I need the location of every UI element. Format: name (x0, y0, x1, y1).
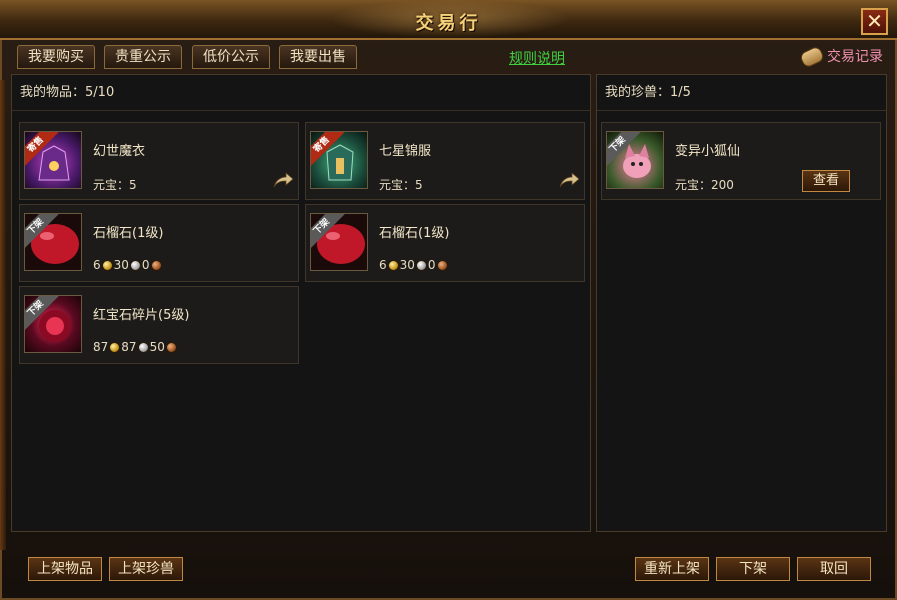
tab-sell[interactable]: 我要出售 (279, 45, 357, 69)
silver-amount: 30 (113, 258, 129, 272)
armor-icon: 寄售 (310, 131, 368, 189)
item-name: 幻世魔衣 (93, 144, 146, 159)
silver-amount: 87 (121, 340, 137, 354)
delist-button[interactable]: 下架 (716, 557, 790, 581)
share-arrow-icon[interactable] (558, 171, 580, 189)
share-arrow-icon[interactable] (272, 171, 294, 189)
silver-coin-icon (415, 259, 427, 271)
list-pet-button[interactable]: 上架珍兽 (109, 557, 183, 581)
fox-pet-icon: 下架 (606, 131, 664, 189)
garnet-icon: 下架 (310, 213, 368, 271)
trade-record-label: 交易记录 (827, 49, 883, 65)
gold-coin-icon (387, 259, 399, 271)
retrieve-button[interactable]: 取回 (797, 557, 871, 581)
copper-coin-icon (150, 259, 162, 271)
price-value: 200 (711, 177, 734, 192)
close-button[interactable]: ✕ (861, 8, 888, 35)
pet-price: 元宝： 200 (675, 176, 734, 193)
window-title: 交易行 (415, 13, 482, 34)
gold-coin-icon (101, 259, 113, 271)
price-label: 元宝： (93, 178, 130, 192)
item-price: 87 87 50 (93, 340, 178, 354)
item-card[interactable]: 寄售 七星锦服 元宝： 5 (305, 122, 585, 200)
pet-name: 变异小狐仙 (675, 144, 741, 159)
copper-amount: 50 (149, 340, 165, 354)
price-label: 元宝： (675, 178, 712, 192)
item-price: 6 30 0 (93, 258, 163, 272)
price-value: 5 (415, 177, 423, 192)
pets-panel: 我的珍兽：1/5 下架 变异小狐仙 元宝： 200 查看 (596, 74, 887, 532)
item-name: 石榴石(1级) (93, 226, 164, 241)
item-card[interactable]: 寄售 幻世魔衣 元宝： 5 (19, 122, 299, 200)
copper-coin-icon (436, 259, 448, 271)
tab-low-price-notice[interactable]: 低价公示 (192, 45, 270, 69)
price-label: 元宝： (379, 178, 416, 192)
copper-amount: 0 (141, 258, 150, 272)
item-card[interactable]: 下架 石榴石(1级) 6 30 0 (19, 204, 299, 282)
items-panel-header: 我的物品：5/10 (12, 75, 590, 111)
items-panel: 我的物品：5/10 寄售 幻世魔衣 元宝： 5 寄售 七星锦服 元宝： 5 下架 石… (11, 74, 591, 532)
relist-button[interactable]: 重新上架 (635, 557, 709, 581)
gold-amount: 87 (93, 340, 109, 354)
price-value: 5 (129, 177, 137, 192)
window-side-edge (0, 80, 6, 550)
view-pet-button[interactable]: 查看 (802, 170, 850, 192)
rules-link[interactable]: 规则说明 (509, 48, 565, 68)
pets-header-label: 我的珍兽： (605, 85, 671, 100)
item-card[interactable]: 下架 石榴石(1级) 6 30 0 (305, 204, 585, 282)
silver-coin-icon (137, 341, 149, 353)
copper-amount: 0 (427, 258, 436, 272)
tab-valuable-notice[interactable]: 贵重公示 (104, 45, 182, 69)
items-count: 5/10 (85, 85, 115, 100)
item-name: 石榴石(1级) (379, 226, 450, 241)
title-bar: 交易行 ✕ (0, 0, 897, 40)
ruby-shard-icon: 下架 (24, 295, 82, 353)
items-header-label: 我的物品： (20, 85, 86, 100)
scroll-icon (799, 45, 825, 67)
copper-coin-icon (165, 341, 177, 353)
silver-amount: 30 (399, 258, 415, 272)
silver-coin-icon (129, 259, 141, 271)
robe-icon: 寄售 (24, 131, 82, 189)
item-name: 七星锦服 (379, 144, 432, 159)
item-price: 元宝： 5 (93, 176, 137, 193)
gold-amount: 6 (93, 258, 101, 272)
pet-card[interactable]: 下架 变异小狐仙 元宝： 200 查看 (601, 122, 881, 200)
tab-buy[interactable]: 我要购买 (17, 45, 95, 69)
item-name: 红宝石碎片(5级) (93, 308, 190, 323)
pets-count: 1/5 (670, 85, 691, 100)
garnet-icon: 下架 (24, 213, 82, 271)
pets-panel-header: 我的珍兽：1/5 (597, 75, 886, 111)
list-item-button[interactable]: 上架物品 (28, 557, 102, 581)
gold-coin-icon (109, 341, 121, 353)
item-price: 6 30 0 (379, 258, 449, 272)
item-card[interactable]: 下架 红宝石碎片(5级) 87 87 50 (19, 286, 299, 364)
item-price: 元宝： 5 (379, 176, 423, 193)
trade-record-button[interactable]: 交易记录 (799, 44, 883, 68)
gold-amount: 6 (379, 258, 387, 272)
